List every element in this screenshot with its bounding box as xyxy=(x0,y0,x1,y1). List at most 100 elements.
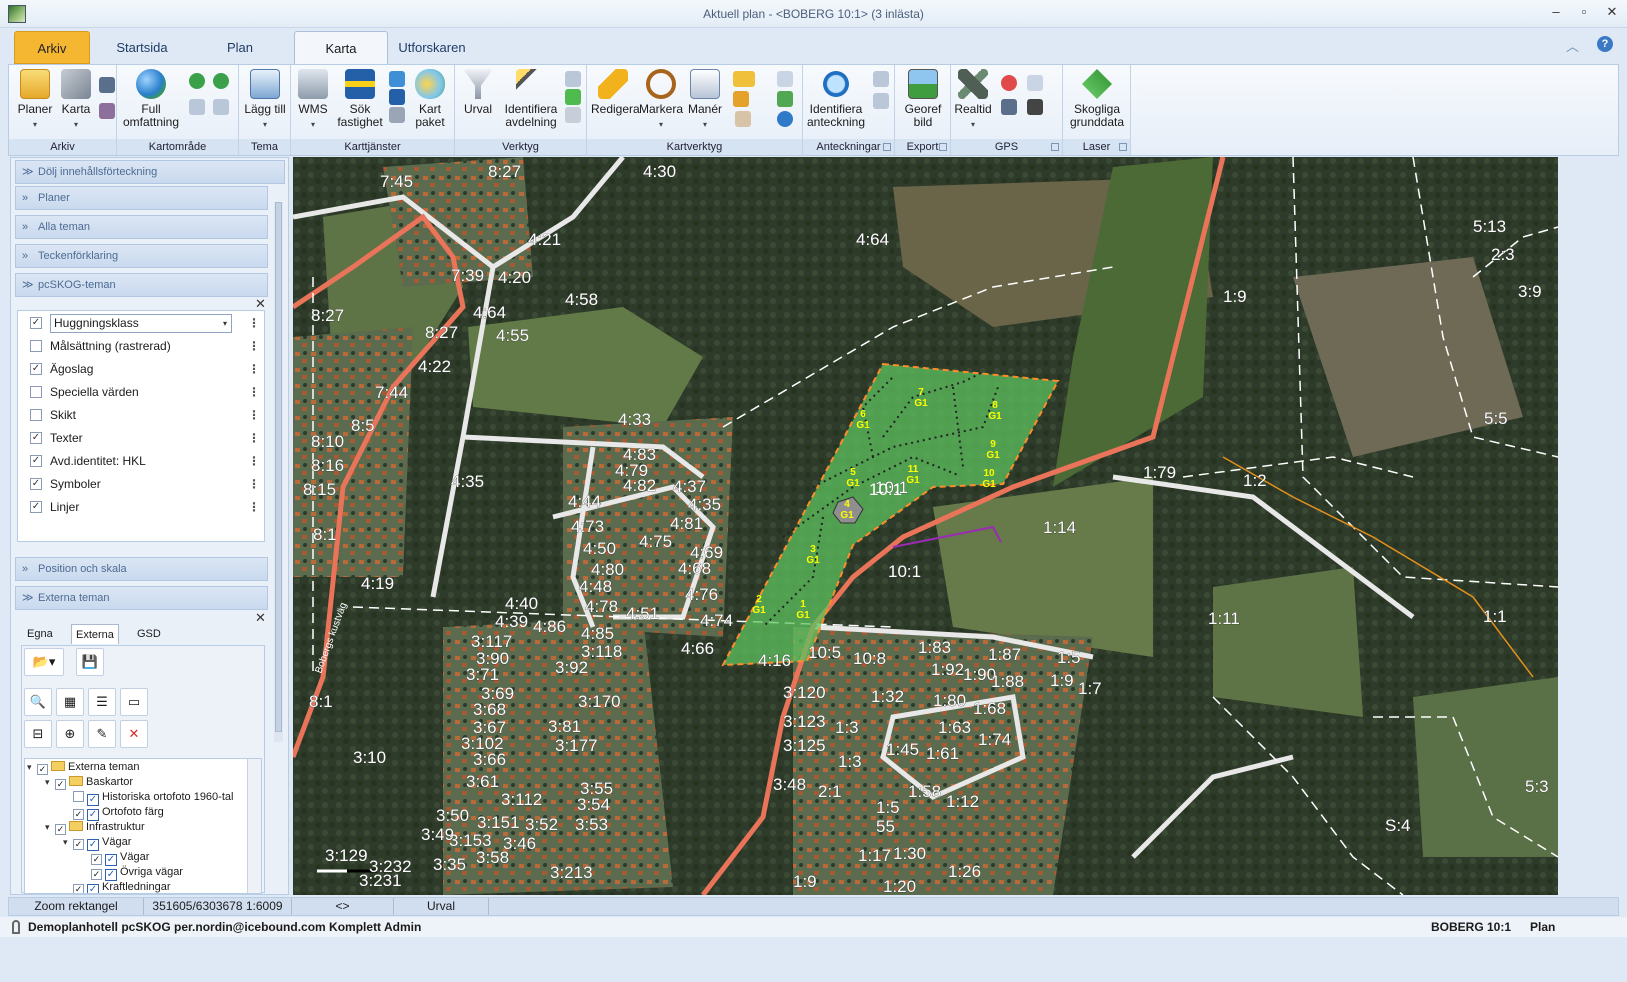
tree-node[interactable]: ▾ ✓ ✓ Vägar xyxy=(63,835,131,851)
tree-scrollbar[interactable] xyxy=(247,759,261,893)
remove-layer-icon[interactable]: ⊟ xyxy=(24,720,52,748)
network-icon[interactable] xyxy=(389,71,405,87)
theme-row[interactable]: ✓ Ägoslag ⋮ xyxy=(24,359,260,379)
theme-row[interactable]: ✓ Texter ⋮ xyxy=(24,428,260,448)
theme-row[interactable]: Speciella värden ⋮ xyxy=(24,382,260,402)
map-view[interactable]: Bobergs kustväg 7:45 8:27 4:30 4:21 4:64 7:39… xyxy=(293,157,1558,895)
full-extent-button[interactable]: Full omfattning xyxy=(121,69,181,129)
theme-checkbox[interactable]: ✓ xyxy=(30,317,42,329)
more-options-icon[interactable]: ⋮ xyxy=(248,382,260,402)
grid-icon[interactable]: ▦ xyxy=(56,688,84,716)
style-button[interactable]: Manér ▾ xyxy=(685,69,725,131)
map-package-button[interactable]: Kart paket xyxy=(409,69,451,129)
tree-node[interactable]: ✓ ✓ Vägar xyxy=(81,850,149,866)
theme-checkbox[interactable]: ✓ xyxy=(30,363,42,375)
forward-arrow-icon[interactable] xyxy=(213,73,229,89)
theme-row[interactable]: ✓ Linjer ⋮ xyxy=(24,497,260,517)
record-icon[interactable] xyxy=(1001,75,1017,91)
theme-row[interactable]: ✓ Avd.identitet: HKL ⋮ xyxy=(24,451,260,471)
hide-contents-toggle[interactable]: ≫ Dölj innehållsförteckning xyxy=(15,160,285,184)
gps-save-icon[interactable] xyxy=(1001,99,1017,115)
help-icon[interactable]: ? xyxy=(1597,36,1613,52)
back-arrow-icon[interactable] xyxy=(189,73,205,89)
note-icon[interactable] xyxy=(873,93,889,109)
polygon-icon[interactable] xyxy=(565,89,581,105)
select-lasso-button[interactable]: Markera ▾ xyxy=(639,69,683,131)
more-options-icon[interactable]: ⋮ xyxy=(248,405,260,425)
map-canvas[interactable]: Bobergs kustväg 7:458:27 4:304:21 4:647:39… xyxy=(293,157,1558,895)
maximize-button[interactable]: ▫ xyxy=(1577,4,1591,20)
more-options-icon[interactable]: ⋮ xyxy=(248,336,260,356)
window-icon[interactable]: ▭ xyxy=(120,688,148,716)
add-theme-button[interactable]: Lägg till ▾ xyxy=(241,69,289,131)
theme-checkbox[interactable]: ✓ xyxy=(30,501,42,513)
collapse-ribbon-icon[interactable]: ︿ xyxy=(1566,36,1579,55)
theme-checkbox[interactable] xyxy=(30,340,42,352)
gps-settings-icon[interactable] xyxy=(1027,75,1043,91)
minimize-button[interactable]: – xyxy=(1549,4,1563,20)
save-disk-icon[interactable]: 💾 xyxy=(76,648,104,676)
theme-checkbox[interactable]: ✓ xyxy=(30,432,42,444)
more-options-icon[interactable]: ⋮ xyxy=(248,497,260,517)
theme-checkbox[interactable]: ✓ xyxy=(30,478,42,490)
theme-row[interactable]: Målsättning (rastrerad) ⋮ xyxy=(24,336,260,356)
select-rect-icon[interactable] xyxy=(733,71,755,87)
flag-icon[interactable] xyxy=(389,89,405,105)
tab-plan[interactable]: Plan xyxy=(200,31,280,64)
karta-button[interactable]: Karta ▾ xyxy=(57,69,95,131)
section-planer[interactable]: » Planer xyxy=(15,186,268,210)
panel-scrollbar[interactable] xyxy=(274,202,283,742)
tab-gsd[interactable]: GSD xyxy=(137,624,161,644)
zoom-prev-icon[interactable] xyxy=(189,99,205,115)
theme-row[interactable]: ✓ Symboler ⋮ xyxy=(24,474,260,494)
close-button[interactable]: ✕ xyxy=(1605,4,1619,20)
tree-node[interactable]: ✓ ✓ Övriga vägar xyxy=(81,865,183,881)
save-as-icon[interactable] xyxy=(99,103,115,119)
link-icon[interactable] xyxy=(565,107,581,123)
more-options-icon[interactable]: ⋮ xyxy=(248,359,260,379)
section-externa-teman[interactable]: ≫ Externa teman xyxy=(15,586,268,610)
section-pcskog-teman[interactable]: ≫ pcSKOG-teman xyxy=(15,273,268,297)
wms-button[interactable]: WMS ▾ xyxy=(295,69,331,131)
pin-icon[interactable] xyxy=(777,91,793,107)
table-icon[interactable] xyxy=(565,71,581,87)
realtime-button[interactable]: Realtid ▾ xyxy=(953,69,993,131)
tab-arkiv[interactable]: Arkiv xyxy=(14,31,90,64)
full-screen-icon[interactable] xyxy=(777,71,793,87)
more-options-icon[interactable]: ⋮ xyxy=(248,313,260,333)
gps-device-icon[interactable] xyxy=(1027,99,1043,115)
tree-node[interactable]: ▾ ✓ Baskartor xyxy=(45,775,133,790)
notes-table-icon[interactable] xyxy=(873,71,889,87)
tree-node[interactable]: ✓ ✓ Ortofoto färg xyxy=(63,805,164,821)
pan-hand-icon[interactable] xyxy=(735,111,751,127)
more-options-icon[interactable]: ⋮ xyxy=(248,428,260,448)
theme-row[interactable]: Skikt ⋮ xyxy=(24,405,260,425)
tab-startsida[interactable]: Startsida xyxy=(102,31,182,64)
save-icon[interactable] xyxy=(99,77,115,93)
georef-image-button[interactable]: Georef bild xyxy=(897,69,949,129)
device-icon[interactable] xyxy=(389,107,405,123)
more-options-icon[interactable]: ⋮ xyxy=(248,451,260,471)
forest-data-button[interactable]: Skogliga grunddata xyxy=(1067,69,1127,129)
tab-utforskaren[interactable]: Utforskaren xyxy=(392,31,472,64)
section-position-och-skala[interactable]: » Position och skala xyxy=(15,557,268,581)
search-icon[interactable]: 🔍 xyxy=(24,688,52,716)
refresh-icon[interactable] xyxy=(777,111,793,127)
theme-checkbox[interactable] xyxy=(30,409,42,421)
tab-karta[interactable]: Karta xyxy=(294,31,388,65)
more-options-icon[interactable]: ⋮ xyxy=(248,474,260,494)
planer-button[interactable]: Planer ▾ xyxy=(15,69,55,131)
properties-icon[interactable]: ☰ xyxy=(88,688,116,716)
section-teckenforklaring[interactable]: » Teckenförklaring xyxy=(15,244,268,268)
add-layer-icon[interactable]: ⊕ xyxy=(56,720,84,748)
tree-node[interactable]: ▾ ✓ Infrastruktur xyxy=(45,820,145,835)
theme-row[interactable]: ✓ Huggningsklass ▾ ⋮ xyxy=(24,313,260,333)
search-property-button[interactable]: Sök fastighet xyxy=(337,69,383,129)
huggningsklass-select[interactable]: Huggningsklass ▾ xyxy=(50,314,232,333)
theme-checkbox[interactable] xyxy=(30,386,42,398)
tree-node[interactable]: ✓ ✓ Kraftledningar xyxy=(63,880,171,893)
tab-egna[interactable]: Egna xyxy=(27,624,53,644)
tab-externa[interactable]: Externa xyxy=(71,624,119,644)
section-alla-teman[interactable]: » Alla teman xyxy=(15,215,268,239)
delete-icon[interactable]: ✕ xyxy=(120,720,148,748)
